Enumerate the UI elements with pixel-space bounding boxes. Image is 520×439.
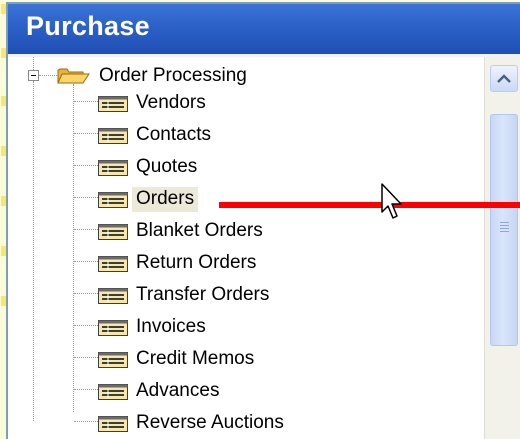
tree-connector-line <box>74 325 98 326</box>
mouse-pointer-icon <box>381 183 402 219</box>
tree-item-label: Reverse Auctions <box>136 412 284 433</box>
tree-connector-line <box>33 57 34 70</box>
tree-connector-line <box>74 165 98 166</box>
tree-connector-line <box>74 293 98 294</box>
tree-connector-line <box>74 421 98 422</box>
form-icon <box>98 128 128 144</box>
open-folder-icon <box>57 67 90 84</box>
tree-connector-line <box>74 133 98 134</box>
form-icon <box>98 320 128 336</box>
tree-item-label: Invoices <box>136 316 206 337</box>
tree-item-label: Return Orders <box>136 252 257 273</box>
tree-item-label-selected: Orders <box>132 187 199 212</box>
scroll-grip-line <box>500 231 509 232</box>
window-titlebar: Purchase <box>8 4 520 57</box>
scroll-up-arrow-icon <box>497 74 511 83</box>
form-icon <box>98 160 128 176</box>
tree-connector-line <box>39 75 57 76</box>
scroll-grip-line <box>500 225 509 226</box>
scroll-thumb[interactable] <box>490 114 518 346</box>
window-title: Purchase <box>26 11 150 41</box>
tree-connector-line <box>74 229 98 230</box>
tree-item-label: Contacts <box>136 124 211 145</box>
scroll-up-button[interactable] <box>490 65 518 92</box>
form-icon <box>98 192 128 208</box>
form-icon <box>98 384 128 400</box>
form-icon <box>98 96 128 112</box>
tree-connector-line <box>74 389 98 390</box>
tree-item-label: Credit Memos <box>136 348 255 369</box>
tree-item-label: Quotes <box>136 156 198 177</box>
tree-connector-line <box>74 357 98 358</box>
tree-item-label: Blanket Orders <box>136 220 263 241</box>
collapse-minus-icon[interactable] <box>28 70 39 81</box>
form-icon <box>98 224 128 240</box>
tree-connector-line <box>74 261 98 262</box>
tree-connector-line <box>74 197 98 198</box>
tree-root-order-processing[interactable]: Order Processing <box>99 65 247 87</box>
form-icon <box>98 416 128 432</box>
scroll-grip-line <box>500 222 509 223</box>
tree-connector-line <box>33 81 34 421</box>
scroll-grip-line <box>500 228 509 229</box>
tree-item-label: Transfer Orders <box>136 284 270 305</box>
form-icon <box>98 352 128 368</box>
tree-connector-line <box>74 101 98 102</box>
form-icon <box>98 256 128 272</box>
annotation-arrow-line <box>219 202 520 208</box>
tree-item-label: Advances <box>136 380 220 401</box>
purchase-window: Purchase Order Processing Vendors Contac… <box>6 2 520 439</box>
tree-item-label: Vendors <box>136 92 206 113</box>
form-icon <box>98 288 128 304</box>
navigation-tree: Order Processing Vendors Contacts Quotes… <box>8 57 484 439</box>
vertical-scrollbar[interactable] <box>484 57 520 439</box>
